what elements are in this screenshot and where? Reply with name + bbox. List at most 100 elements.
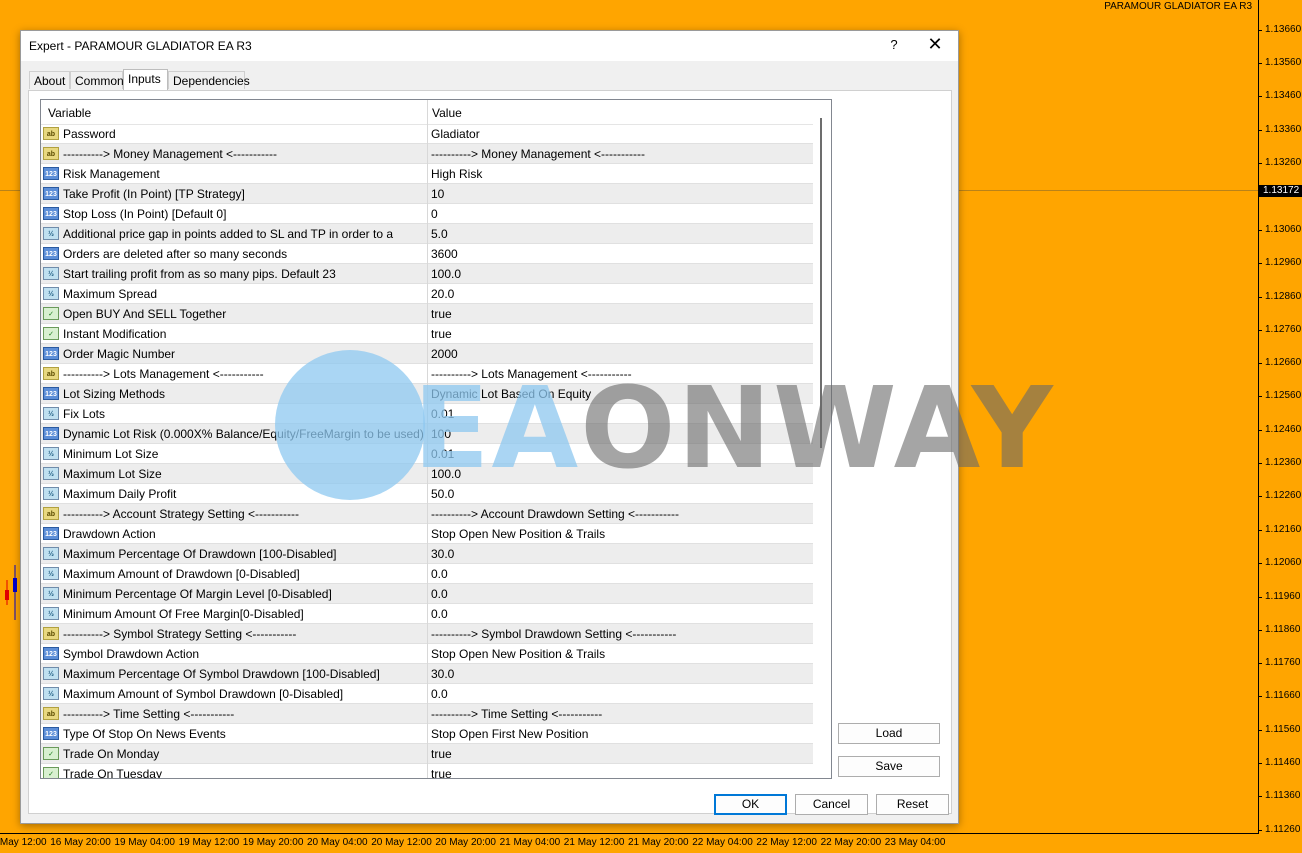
value-cell[interactable]: Gladiator — [431, 127, 480, 141]
integer-type-icon: 123 — [43, 527, 59, 540]
header-value[interactable]: Value — [432, 106, 462, 120]
value-cell[interactable]: 30.0 — [431, 547, 454, 561]
integer-type-icon: 123 — [43, 427, 59, 440]
string-type-icon: ab — [43, 507, 59, 520]
price-label: 1.12260 — [1265, 490, 1302, 501]
time-label: 21 May 12:00 — [563, 837, 625, 848]
price-tick — [1258, 463, 1262, 464]
integer-type-icon: 123 — [43, 387, 59, 400]
value-cell[interactable]: 0.01 — [431, 447, 454, 461]
string-type-icon: ab — [43, 127, 59, 140]
value-cell[interactable]: Stop Open First New Position — [431, 727, 588, 741]
price-tick — [1258, 96, 1262, 97]
value-cell[interactable]: Stop Open New Position & Trails — [431, 647, 605, 661]
variable-cell: Minimum Amount Of Free Margin[0-Disabled… — [63, 607, 304, 621]
price-label: 1.11260 — [1265, 824, 1301, 835]
value-cell[interactable]: Dynamic Lot Based On Equity — [431, 387, 591, 401]
time-label: 22 May 12:00 — [756, 837, 817, 848]
value-cell[interactable]: 10 — [431, 187, 444, 201]
price-label: 1.12560 — [1265, 390, 1302, 401]
integer-type-icon: 123 — [43, 347, 59, 360]
value-cell[interactable]: ----------> Time Setting <----------- — [431, 707, 602, 721]
value-cell[interactable]: 3600 — [431, 247, 458, 261]
tab-common[interactable]: Common — [70, 71, 124, 89]
value-cell[interactable]: 100.0 — [431, 467, 461, 481]
price-tick — [1258, 730, 1262, 731]
variable-cell: Lot Sizing Methods — [63, 387, 166, 401]
close-button[interactable]: ✕ — [927, 35, 943, 53]
value-cell[interactable]: 100.0 — [431, 267, 461, 281]
title-bar[interactable]: Expert - PARAMOUR GLADIATOR EA R3 ? ✕ — [21, 31, 958, 61]
value-cell[interactable]: 0.0 — [431, 567, 448, 581]
variable-cell: Trade On Monday — [63, 747, 160, 761]
inputs-grid[interactable]: Variable Value ab Password Gladiator ab ----… — [40, 99, 832, 779]
price-tick — [1258, 63, 1262, 64]
load-button[interactable]: Load — [838, 723, 940, 744]
time-label: 19 May 20:00 — [242, 837, 304, 848]
price-label: 1.11460 — [1265, 757, 1301, 768]
value-cell[interactable]: 20.0 — [431, 287, 454, 301]
value-cell[interactable]: true — [431, 327, 452, 341]
save-button[interactable]: Save — [838, 756, 940, 777]
price-label: 1.13460 — [1265, 90, 1302, 101]
value-cell[interactable]: 0 — [431, 207, 438, 221]
price-label: 1.11560 — [1265, 724, 1301, 735]
price-tick — [1258, 830, 1262, 831]
value-cell[interactable]: 5.0 — [431, 227, 448, 241]
help-button[interactable]: ? — [887, 37, 901, 53]
cancel-button[interactable]: Cancel — [795, 794, 868, 815]
integer-type-icon: 123 — [43, 727, 59, 740]
value-cell[interactable]: ----------> Money Management <----------… — [431, 147, 645, 161]
variable-cell: Maximum Percentage Of Drawdown [100-Disa… — [63, 547, 337, 561]
variable-cell: Symbol Drawdown Action — [63, 647, 200, 661]
value-cell[interactable]: 0.0 — [431, 587, 448, 601]
value-cell[interactable]: true — [431, 767, 452, 778]
price-label: 1.13060 — [1265, 224, 1302, 235]
variable-cell: Trade On Tuesday — [63, 767, 162, 779]
value-cell[interactable]: 50.0 — [431, 487, 454, 501]
price-label: 1.13560 — [1265, 57, 1302, 68]
reset-button[interactable]: Reset — [876, 794, 949, 815]
variable-cell: Maximum Daily Profit — [63, 487, 177, 501]
variable-cell: Orders are deleted after so many seconds — [63, 247, 288, 261]
value-cell[interactable]: 2000 — [431, 347, 458, 361]
scrollbar-thumb[interactable] — [820, 118, 822, 448]
price-tick — [1258, 430, 1262, 431]
price-label: 1.11960 — [1265, 591, 1301, 602]
double-type-icon: ½ — [43, 567, 59, 580]
value-cell[interactable]: ----------> Account Drawdown Setting <--… — [431, 507, 679, 521]
value-cell[interactable]: 0.0 — [431, 687, 448, 701]
value-cell[interactable]: Stop Open New Position & Trails — [431, 527, 605, 541]
value-cell[interactable]: true — [431, 747, 452, 761]
vertical-scrollbar[interactable] — [814, 100, 830, 778]
header-variable[interactable]: Variable — [48, 106, 91, 120]
value-cell[interactable]: High Risk — [431, 167, 482, 181]
tab-about[interactable]: About — [29, 71, 70, 89]
integer-type-icon: 123 — [43, 167, 59, 180]
string-type-icon: ab — [43, 147, 59, 160]
ok-button[interactable]: OK — [714, 794, 787, 815]
time-label: 21 May 20:00 — [628, 837, 689, 848]
price-label: 1.13260 — [1265, 157, 1302, 168]
tab-inputs[interactable]: Inputs — [123, 69, 168, 90]
column-separator[interactable] — [427, 100, 428, 778]
price-tick — [1258, 130, 1262, 131]
price-tick — [1258, 663, 1262, 664]
tab-dependencies[interactable]: Dependencies — [168, 71, 250, 89]
string-type-icon: ab — [43, 367, 59, 380]
price-label: 1.12860 — [1265, 291, 1302, 302]
variable-cell: Type Of Stop On News Events — [63, 727, 226, 741]
value-cell[interactable]: 30.0 — [431, 667, 454, 681]
value-cell[interactable]: 100 — [431, 427, 451, 441]
price-tick — [1258, 263, 1262, 264]
double-type-icon: ½ — [43, 447, 59, 460]
value-cell[interactable]: ----------> Symbol Drawdown Setting <---… — [431, 627, 676, 641]
price-tick — [1258, 630, 1262, 631]
value-cell[interactable]: 0.0 — [431, 607, 448, 621]
value-cell[interactable]: ----------> Lots Management <----------- — [431, 367, 632, 381]
price-tick — [1258, 363, 1262, 364]
variable-cell: ----------> Lots Management <----------- — [63, 367, 264, 381]
variable-cell: Minimum Percentage Of Margin Level [0-Di… — [63, 587, 332, 601]
value-cell[interactable]: true — [431, 307, 452, 321]
value-cell[interactable]: 0.01 — [431, 407, 454, 421]
